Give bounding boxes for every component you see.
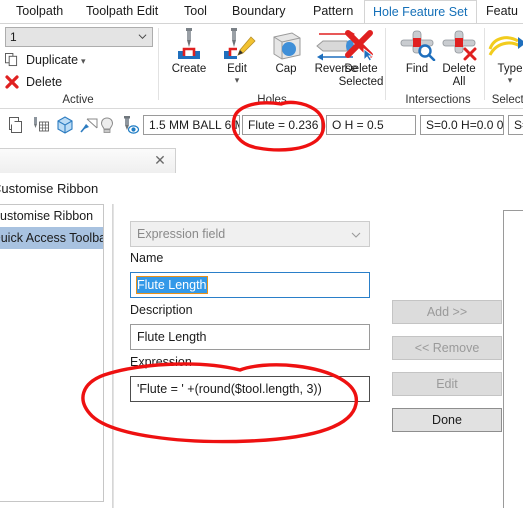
overall-height-field[interactable]: O H = 0.5 [326, 115, 416, 135]
field-type-select-value: Expression field [137, 227, 226, 241]
speeds-field-2[interactable]: S= [508, 115, 523, 135]
red-x-delete-icon [5, 75, 19, 89]
cap-hole-label: Cap [275, 63, 297, 75]
edit-button[interactable]: Edit [392, 372, 502, 396]
active-toolpath-combo[interactable]: 1 [5, 27, 153, 47]
tool-visibility-icon[interactable] [119, 114, 141, 136]
duplicate-dropdown-arrow[interactable]: ▾ [81, 51, 86, 71]
edit-hole-label: Edit [227, 63, 247, 75]
selection-type-button[interactable]: Type ▾ [488, 27, 523, 84]
chevron-down-icon [351, 232, 361, 238]
flute-field[interactable]: Flute = 0.236 [242, 115, 322, 135]
dialog-title-bar: ✕ [0, 148, 176, 173]
add-button[interactable]: Add >> [392, 300, 502, 324]
right-panel-border-top [503, 210, 523, 211]
find-intersection-icon [393, 27, 441, 62]
delete-all-intersections-button[interactable]: Delete All [435, 27, 483, 88]
quick-access-toolbar: 1.5 MM BALL 6 M Flute = 0.236 O H = 0.5 … [0, 108, 523, 148]
drill-create-icon [165, 27, 213, 61]
delete-all-intersections-label: Delete All [442, 63, 476, 88]
duplicate-icon[interactable] [6, 114, 28, 136]
list-item-quick-access-toolbar[interactable]: Quick Access Toolbar [0, 227, 103, 249]
tab-hole-feature-set[interactable]: Hole Feature Set [364, 0, 477, 24]
find-intersections-label: Find [405, 63, 429, 75]
tool-name-field[interactable]: 1.5 MM BALL 6 M [143, 115, 240, 135]
name-input[interactable]: Flute Length [130, 272, 370, 298]
name-input-value: Flute Length [136, 276, 208, 294]
remove-button[interactable]: << Remove [392, 336, 502, 360]
ribbon-tab-bar: Toolpath Toolpath Edit Tool Boundary Pat… [0, 0, 523, 24]
selection-type-icon [488, 27, 523, 61]
stock-block-icon[interactable] [54, 114, 76, 136]
group-label-holes: Holes [257, 94, 287, 106]
ribbon-panel: 1 Duplicate ▾ Delete Active Create Edit … [0, 23, 523, 108]
tab-toolpath[interactable]: Toolpath [8, 0, 71, 23]
tab-feature[interactable]: Featu [478, 0, 523, 23]
description-input[interactable]: Flute Length [130, 324, 370, 350]
chevron-down-icon [138, 34, 147, 40]
duplicate-label: Duplicate [26, 53, 79, 67]
active-toolpath-combo-value: 1 [10, 30, 17, 44]
delete-all-intersections-icon [435, 27, 483, 61]
group-label-selection: Selecti [491, 94, 523, 106]
selection-type-dropdown-arrow[interactable]: ▾ [488, 75, 523, 84]
group-separator [158, 28, 159, 100]
tab-pattern[interactable]: Pattern [305, 0, 361, 23]
dialog-heading: Customise Ribbon [0, 181, 99, 196]
delete-selected-label: Delete Selected [338, 63, 384, 88]
duplicate-icon [5, 53, 18, 67]
customise-ribbon-dialog: ✕ Customise Ribbon Customise Ribbon Quic… [0, 148, 523, 508]
tab-toolpath-edit[interactable]: Toolpath Edit [78, 0, 166, 23]
list-item-customise-ribbon[interactable]: Customise Ribbon [0, 205, 103, 227]
expression-label: Expression [130, 355, 192, 369]
panel-divider [112, 204, 114, 508]
tool-table-icon[interactable] [30, 114, 52, 136]
drill-edit-icon [213, 27, 261, 61]
field-type-select[interactable]: Expression field [130, 221, 370, 247]
delete-label: Delete [26, 75, 63, 89]
right-panel-border [503, 210, 504, 508]
edit-hole-button[interactable]: Edit ▾ [213, 27, 261, 84]
tab-tool[interactable]: Tool [176, 0, 215, 23]
find-intersections-button[interactable]: Find [393, 27, 441, 76]
close-icon[interactable]: ✕ [151, 152, 169, 170]
edit-hole-dropdown-arrow[interactable]: ▾ [213, 75, 261, 84]
tab-boundary[interactable]: Boundary [224, 0, 294, 23]
group-separator [385, 28, 386, 100]
selection-type-label: Type [497, 63, 523, 75]
group-label-intersections: Intersections [405, 94, 471, 106]
name-label: Name [130, 251, 164, 265]
customise-category-list[interactable]: Customise Ribbon Quick Access Toolbar [0, 204, 104, 502]
create-hole-button[interactable]: Create [165, 27, 213, 76]
group-separator [484, 28, 485, 100]
create-hole-label: Create [171, 63, 207, 75]
delete-selected-button[interactable]: Delete Selected [334, 27, 388, 88]
pick-measure-icon[interactable] [78, 114, 100, 136]
description-label: Description [130, 303, 193, 317]
speeds-field[interactable]: S=0.0 H=0.0 0 [420, 115, 504, 135]
delete-selected-icon [334, 27, 388, 62]
cap-hole-button[interactable]: Cap [262, 27, 310, 76]
group-label-active: Active [62, 94, 94, 106]
done-button[interactable]: Done [392, 408, 502, 432]
cap-cube-icon [262, 27, 310, 61]
expression-input[interactable]: 'Flute = ' +(round($tool.length, 3)) [130, 376, 370, 402]
light-bulb-icon[interactable] [98, 114, 116, 136]
